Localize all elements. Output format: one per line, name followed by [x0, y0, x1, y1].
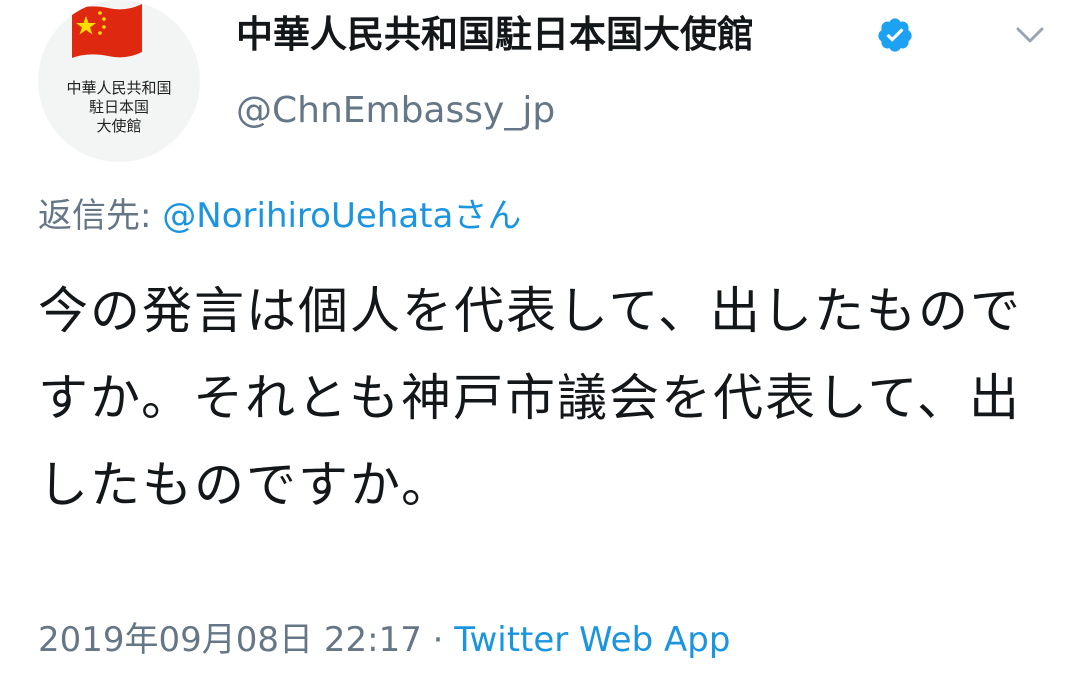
screen-name[interactable]: @ChnEmbassy_jp [236, 88, 555, 134]
avatar[interactable]: 中華人民共和国 駐日本国 大使館 [38, 0, 200, 162]
avatar-text-line: 中華人民共和国 [66, 79, 172, 97]
tweet-meta: 2019年09月08日 22:17 · Twitter Web App [38, 616, 730, 664]
timestamp[interactable]: 2019年09月08日 22:17 [38, 620, 422, 660]
verified-badge-icon [878, 18, 912, 52]
chevron-down-icon[interactable] [1010, 18, 1050, 52]
meta-separator: · [432, 620, 444, 660]
reply-label: 返信先: [38, 196, 152, 236]
avatar-text-line: 駐日本国 [88, 98, 149, 116]
reply-user-link[interactable]: @NorihiroUehataさん [162, 196, 521, 236]
reply-context: 返信先: @NorihiroUehataさん [38, 192, 521, 240]
china-flag-icon [72, 4, 142, 58]
tweet-card: 中華人民共和国 駐日本国 大使館 中華人民共和国駐日本国大使館 @ChnEmba… [0, 0, 1080, 696]
source-link[interactable]: Twitter Web App [454, 620, 730, 660]
tweet-text: 今の発言は個人を代表して、出したものですか。それとも神戸市議会を代表して、出した… [38, 282, 1022, 514]
avatar-text-line: 大使館 [96, 117, 142, 135]
display-name[interactable]: 中華人民共和国駐日本国大使館 [236, 10, 754, 60]
